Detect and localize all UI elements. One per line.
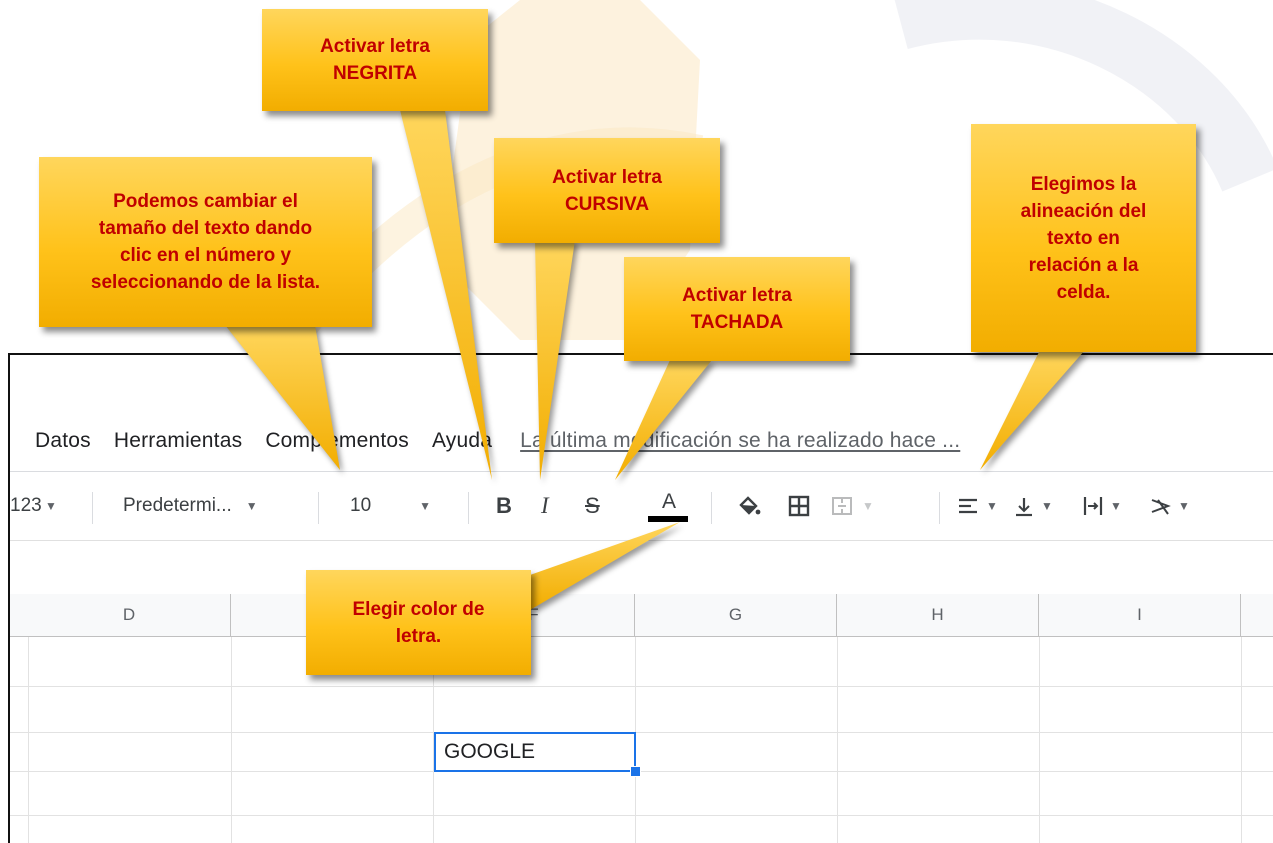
grid-line: [28, 637, 29, 843]
menu-bar: Datos Herramientas Complementos Ayuda La…: [10, 419, 1273, 463]
bold-button[interactable]: B: [496, 472, 512, 540]
grid-line: [10, 771, 1273, 772]
menu-item-datos[interactable]: Datos: [35, 429, 91, 453]
chevron-down-icon: ▼: [1041, 499, 1053, 513]
strikethrough-icon: S: [585, 493, 600, 518]
fill-handle[interactable]: [630, 766, 641, 777]
text-color-swatch: [648, 515, 688, 522]
selected-cell[interactable]: GOOGLE: [434, 732, 636, 772]
callout-italic-text: Activar letra CURSIVA: [552, 166, 662, 215]
callout-alignment-text: Elegimos la alineación del texto en rela…: [1020, 173, 1147, 303]
callout-alignment: Elegimos la alineación del texto en rela…: [971, 124, 1196, 352]
text-rotation-icon: [1151, 499, 1171, 515]
column-header-d[interactable]: D: [28, 594, 231, 636]
chevron-down-icon: ▼: [862, 499, 874, 513]
font-family-dropdown[interactable]: Predetermi... ▼: [123, 472, 258, 540]
spreadsheet-screenshot: Datos Herramientas Complementos Ayuda La…: [8, 353, 1273, 843]
menu-item-complementos[interactable]: Complementos: [265, 429, 409, 453]
italic-icon: I: [541, 493, 549, 518]
text-color-icon: A: [661, 489, 676, 513]
vertical-align-button[interactable]: ▼: [1013, 472, 1053, 540]
merge-cells-icon: [832, 497, 852, 515]
menu-item-ayuda[interactable]: Ayuda: [432, 429, 492, 453]
toolbar-divider: [939, 492, 940, 524]
column-header-i[interactable]: I: [1039, 594, 1241, 636]
callout-text-color: Elegir color de letra.: [306, 570, 531, 675]
last-modified-link[interactable]: La última modificación se ha realizado h…: [520, 429, 960, 453]
formula-bar[interactable]: [10, 540, 1273, 595]
grid-line: [1241, 637, 1242, 843]
chevron-down-icon: ▼: [41, 499, 57, 513]
callout-strike: Activar letra TACHADA: [624, 257, 850, 361]
align-bottom-icon: [1016, 498, 1032, 517]
strikethrough-button[interactable]: S: [585, 472, 600, 540]
column-header-g[interactable]: G: [635, 594, 837, 636]
grid-line: [10, 815, 1273, 816]
font-family-label: Predetermi...: [123, 495, 232, 516]
column-header-h[interactable]: H: [837, 594, 1039, 636]
toolbar-divider: [468, 492, 469, 524]
grid-line: [837, 637, 838, 843]
bold-icon: B: [496, 493, 512, 518]
text-rotation-button[interactable]: ▼: [1148, 472, 1190, 540]
italic-button[interactable]: I: [541, 472, 549, 540]
grid-line: [10, 686, 1273, 687]
toolbar-divider: [92, 492, 93, 524]
text-wrapping-button[interactable]: ▼: [1082, 472, 1122, 540]
toolbar-divider: [318, 492, 319, 524]
number-format-label: 123: [10, 495, 42, 516]
fill-color-button[interactable]: [736, 472, 762, 540]
horizontal-align-button[interactable]: ▼: [956, 472, 998, 540]
text-color-button[interactable]: A: [648, 472, 688, 540]
chevron-down-icon: ▼: [1110, 499, 1122, 513]
callout-bold: Activar letra NEGRITA: [262, 9, 488, 111]
font-size-dropdown[interactable]: 10 ▼: [350, 472, 431, 540]
paint-bucket-icon: [739, 496, 761, 515]
menu-item-herramientas[interactable]: Herramientas: [114, 429, 242, 453]
grid-line: [1039, 637, 1040, 843]
chevron-down-icon: ▼: [245, 499, 258, 513]
align-left-icon: [959, 498, 977, 514]
borders-button[interactable]: [787, 472, 811, 540]
chevron-down-icon: ▼: [419, 499, 432, 513]
merge-cells-button[interactable]: ▼: [830, 472, 874, 540]
callout-italic: Activar letra CURSIVA: [494, 138, 720, 243]
callout-font-size: Podemos cambiar el tamaño del texto dand…: [39, 157, 372, 327]
callout-strike-text: Activar letra TACHADA: [682, 285, 792, 333]
chevron-down-icon: ▼: [986, 499, 998, 513]
grid-line: [231, 637, 232, 843]
toolbar-divider: [711, 492, 712, 524]
callout-font-size-text: Podemos cambiar el tamaño del texto dand…: [90, 191, 321, 293]
font-size-label: 10: [350, 495, 372, 516]
callout-text-color-text: Elegir color de letra.: [352, 598, 485, 647]
grid-line: [10, 732, 1273, 733]
number-format-dropdown[interactable]: 123 ▼: [10, 472, 57, 540]
callout-bold-text: Activar letra NEGRITA: [320, 36, 430, 84]
column-header-row: D E F G H I: [10, 594, 1273, 637]
borders-icon: [788, 495, 810, 517]
cell-grid[interactable]: GOOGLE: [10, 637, 1273, 843]
toolbar: 123 ▼ Predetermi... ▼ 10 ▼ B I S A ▼ ▼ ▼…: [10, 472, 1273, 540]
chevron-down-icon: ▼: [1178, 499, 1190, 513]
text-wrap-icon: [1083, 497, 1103, 515]
